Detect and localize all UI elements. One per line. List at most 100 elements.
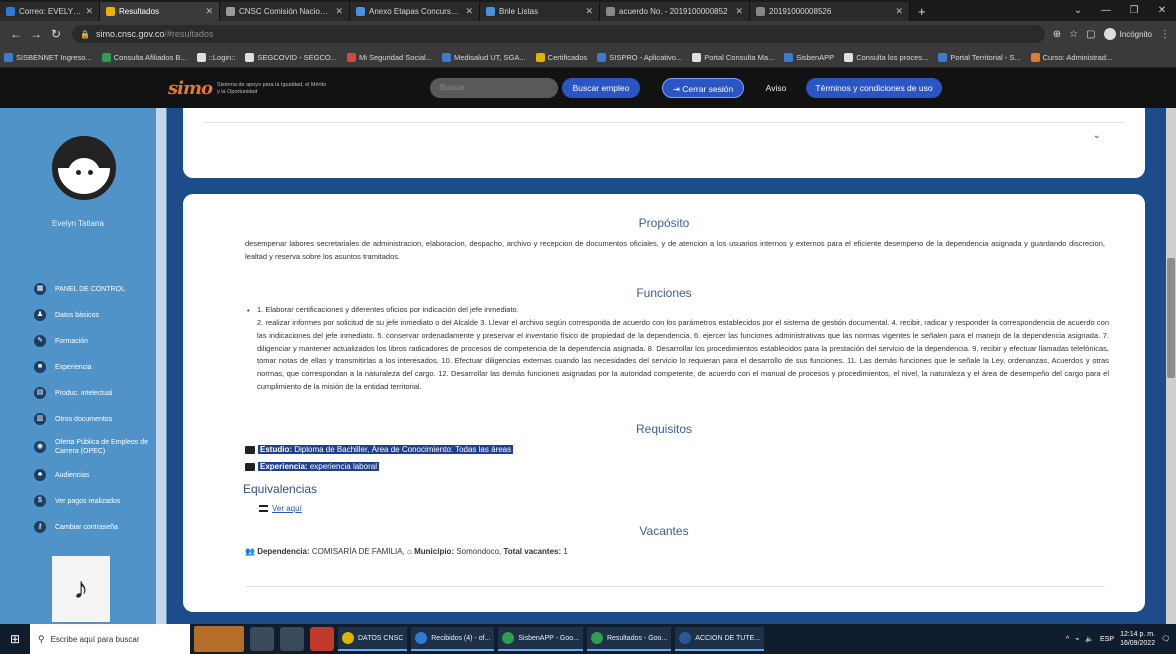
chevron-up-icon[interactable]: ^: [1066, 636, 1069, 643]
bookmark-item[interactable]: SisbenAPP: [784, 52, 835, 62]
bookmark-label: SISBENNET Ingreso...: [16, 52, 92, 62]
browser-tab[interactable]: Correo: EVELYN TATIANA GAITA ✕: [0, 2, 100, 21]
bookmark-item[interactable]: Portal Territorial - S...: [938, 52, 1021, 62]
bookmark-item[interactable]: Certificados: [535, 52, 587, 62]
volume-icon[interactable]: 🔈: [1085, 635, 1094, 643]
tab-close-icon[interactable]: ✕: [465, 6, 473, 17]
taskbar-search-input[interactable]: ⚲ Escribe aquí para buscar: [30, 624, 190, 654]
bookmark-item[interactable]: Portal Consulta Ma...: [692, 52, 774, 62]
bookmark-label: SisbenAPP: [796, 52, 835, 62]
sidebar-item[interactable]: ▤ Produc. intelectual: [0, 380, 156, 406]
estudio-label: Estudio:: [260, 445, 292, 454]
taskbar-app[interactable]: SisbenAPP - Goo...: [498, 627, 583, 651]
sidebar-scrollbar[interactable]: [156, 108, 166, 624]
search-icon: ⚲: [38, 633, 45, 644]
tab-icon[interactable]: ▢: [1086, 29, 1095, 40]
cerrar-sesion-button[interactable]: ⇥ Cerrar sesión: [662, 78, 744, 98]
bookmark-item[interactable]: SEGCOVID - SEGCO...: [245, 52, 337, 62]
browser-tab[interactable]: Bnle Listas ✕: [480, 2, 600, 21]
notifications-icon[interactable]: 🗨: [1161, 635, 1170, 643]
sidebar-item[interactable]: ◉ Oferta Pública de Empleos de Carrera (O…: [0, 432, 156, 462]
taskbar-app[interactable]: ACCION DE TUTE...: [675, 627, 765, 651]
tab-close-icon[interactable]: ✕: [895, 6, 903, 17]
bookmark-label: Medisalud UT, SGA...: [453, 52, 526, 62]
menu-icon[interactable]: ⋮: [1160, 29, 1170, 40]
tab-close-icon[interactable]: ✕: [205, 6, 213, 17]
avatar-face: [68, 158, 100, 188]
incognito-indicator[interactable]: Incógnito: [1103, 28, 1152, 40]
app-icon[interactable]: [310, 627, 334, 651]
clock[interactable]: 12:14 p. m. 16/09/2022: [1120, 630, 1155, 648]
sidebar-item[interactable]: ✎ Formación: [0, 328, 156, 354]
aviso-link[interactable]: Aviso: [758, 78, 794, 98]
minimize-button[interactable]: —: [1092, 5, 1120, 16]
sidebar-item[interactable]: $ Ver pagos realizados: [0, 488, 156, 514]
language-label[interactable]: ESP: [1100, 636, 1114, 643]
bookmark-item[interactable]: Medisalud UT, SGA...: [441, 52, 526, 62]
taskbar-app-icon: [679, 632, 692, 644]
sidebar-item[interactable]: ■ Experiencia: [0, 354, 156, 380]
network-icon[interactable]: ⌁: [1075, 635, 1079, 643]
sidebar-item[interactable]: ♟ Datos básicos: [0, 302, 156, 328]
simo-logo[interactable]: simo Sistema de apoyo para la Igualdad, …: [168, 78, 327, 99]
job-detail-card: Propósito desempenar labores secretarial…: [183, 194, 1145, 612]
sidebar-item[interactable]: ♣ Audiencias: [0, 462, 156, 488]
header-search-input[interactable]: Buscar: [430, 78, 558, 98]
bookmark-item[interactable]: Curso: Administrad...: [1030, 52, 1112, 62]
bookmark-icon: [1030, 52, 1040, 62]
taskbar-app-label: ACCION DE TUTE...: [695, 634, 761, 642]
bookmark-item[interactable]: Consulta Afiliados B...: [101, 52, 187, 62]
reload-icon[interactable]: ↻: [46, 27, 66, 41]
terminos-button[interactable]: Términos y condiciones de uso: [806, 78, 942, 98]
tab-search-icon[interactable]: ⌄: [1064, 5, 1092, 16]
taskbar-app[interactable]: Resultados - Goo...: [586, 627, 672, 651]
buscar-empleo-button[interactable]: Buscar empleo: [562, 78, 640, 98]
tab-close-icon[interactable]: ✕: [585, 6, 593, 17]
taskbar-apps: DATOS CNSC Recibidos (4) - of... SisbenAPP…: [334, 627, 765, 651]
news-widget-icon[interactable]: [194, 626, 244, 652]
tab-close-icon[interactable]: ✕: [85, 6, 93, 17]
simo-logo-mark: simo: [168, 78, 213, 99]
bookmark-item[interactable]: SISPRO - Aplicativo...: [597, 52, 683, 62]
bookmark-item[interactable]: Consulta los proces...: [844, 52, 928, 62]
bookmark-label: SISPRO - Aplicativo...: [609, 52, 683, 62]
zoom-icon[interactable]: ⊕: [1053, 29, 1061, 40]
bookmark-item[interactable]: Mi Seguridad Social...: [347, 52, 432, 62]
scrollbar-thumb[interactable]: [1167, 258, 1175, 378]
bookmark-item[interactable]: SISBENNET Ingreso...: [4, 52, 92, 62]
bookmark-item[interactable]: ::Login::: [196, 52, 235, 62]
sidebar-item-icon: ✎: [34, 335, 46, 347]
browser-tab[interactable]: CNSC Comisión Nacional del Se ✕: [220, 2, 350, 21]
new-tab-button[interactable]: +: [910, 2, 934, 21]
ver-aqui-link[interactable]: Ver aquí: [259, 504, 302, 513]
task-view-icon[interactable]: [280, 627, 304, 651]
browser-tab[interactable]: Resultados ✕: [100, 2, 220, 21]
taskbar-app[interactable]: DATOS CNSC: [338, 627, 408, 651]
sidebar-item[interactable]: ⚷ Cambiar contraseña: [0, 514, 156, 540]
bookmark-star-icon[interactable]: ☆: [1069, 29, 1078, 40]
taskbar-app[interactable]: Recibidos (4) - of...: [411, 627, 495, 651]
address-bar[interactable]: 🔒 simo.cnsc.gov.co /#resultados: [72, 25, 1045, 43]
back-icon[interactable]: ←: [6, 27, 26, 41]
window-controls: ⌄ — ❐ ✕: [1064, 0, 1176, 21]
sidebar-item[interactable]: ▦ PANEL DE CONTROL: [0, 276, 156, 302]
browser-tab[interactable]: Anexo Etapas Concurso Boyacá ✕: [350, 2, 480, 21]
tab-title: CNSC Comisión Nacional del Se: [239, 7, 331, 16]
tab-close-icon[interactable]: ✕: [735, 6, 743, 17]
windows-start-icon[interactable]: ⊞: [0, 624, 30, 654]
close-window-button[interactable]: ✕: [1148, 5, 1176, 16]
restore-button[interactable]: ❐: [1120, 5, 1148, 16]
sidebar-item-icon: ♟: [34, 309, 46, 321]
bookmark-label: Mi Seguridad Social...: [359, 52, 432, 62]
sidebar-item[interactable]: ▥ Otros documentos: [0, 406, 156, 432]
chevron-down-icon[interactable]: ⌄: [1093, 130, 1101, 141]
forward-icon[interactable]: →: [26, 27, 46, 41]
clock-date: 16/09/2022: [1120, 640, 1156, 647]
cortana-icon[interactable]: [250, 627, 274, 651]
tab-close-icon[interactable]: ✕: [335, 6, 343, 17]
ver-aqui-label: Ver aquí: [272, 504, 302, 513]
page-scrollbar[interactable]: [1166, 108, 1176, 624]
browser-toolbar: ← → ↻ 🔒 simo.cnsc.gov.co /#resultados ⊕ …: [0, 21, 1176, 47]
browser-tab[interactable]: 20191000008526 ✕: [750, 2, 910, 21]
browser-tab[interactable]: acuerdo No. - 2019100000852 ✕: [600, 2, 750, 21]
